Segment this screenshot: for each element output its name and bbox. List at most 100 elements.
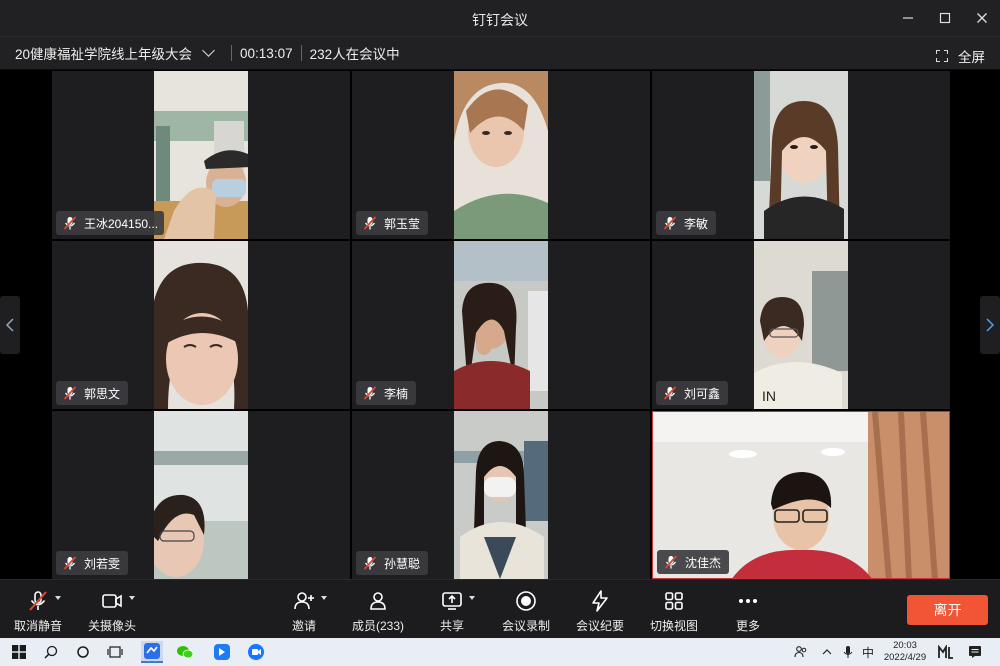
participant-video bbox=[154, 241, 248, 409]
wechat-app-icon[interactable] bbox=[174, 641, 196, 663]
add-user-icon bbox=[294, 592, 314, 610]
participant-name: 李敏 bbox=[684, 216, 709, 231]
participant-tile[interactable]: 郭玉莹 bbox=[352, 71, 650, 239]
camera-off-button[interactable]: 关摄像头 bbox=[88, 580, 136, 639]
lightning-icon bbox=[592, 590, 608, 612]
participant-video bbox=[754, 71, 848, 239]
minimize-button[interactable] bbox=[893, 6, 923, 30]
close-icon bbox=[977, 13, 987, 23]
participant-tile[interactable]: 王冰204150... bbox=[52, 71, 350, 239]
mic-muted-icon bbox=[663, 216, 677, 230]
participant-tile[interactable]: 郭思文 bbox=[52, 241, 350, 409]
participant-tile[interactable]: IN 刘可鑫 bbox=[652, 241, 950, 409]
chevron-right-icon bbox=[986, 318, 994, 332]
microphone-tray-icon[interactable] bbox=[843, 638, 853, 666]
input-method-indicator[interactable]: 中 bbox=[862, 638, 874, 666]
unmute-button[interactable]: 取消静音 bbox=[14, 580, 62, 639]
camera-off-label: 关摄像头 bbox=[88, 619, 137, 633]
previous-page-button[interactable] bbox=[0, 296, 20, 354]
os-taskbar: 中 20:03 2022/4/29 bbox=[0, 638, 1000, 666]
ime-tray-icon[interactable] bbox=[938, 638, 954, 666]
mic-muted-icon bbox=[63, 386, 77, 400]
participant-video bbox=[154, 411, 248, 579]
more-button[interactable]: 更多 bbox=[734, 580, 762, 639]
participant-name: 郭思文 bbox=[84, 386, 121, 401]
participant-video: IN bbox=[754, 241, 848, 409]
mic-options-caret-icon[interactable] bbox=[55, 596, 61, 600]
people-icon[interactable] bbox=[794, 638, 808, 666]
participant-name: 刘可鑫 bbox=[684, 386, 721, 401]
share-options-caret-icon[interactable] bbox=[469, 596, 475, 600]
participant-video bbox=[454, 71, 548, 239]
chevron-left-icon bbox=[6, 318, 14, 332]
share-label: 共享 bbox=[439, 619, 464, 633]
notification-center-icon[interactable] bbox=[968, 638, 982, 666]
mic-muted-icon bbox=[664, 555, 678, 569]
participant-tile[interactable]: 刘若雯 bbox=[52, 411, 350, 579]
meeting-app-icon[interactable] bbox=[245, 641, 267, 663]
invite-button[interactable]: 邀请 bbox=[290, 580, 318, 639]
participant-tile[interactable]: 孙慧聪 bbox=[352, 411, 650, 579]
switch-view-label: 切换视图 bbox=[650, 619, 699, 633]
participant-count: 232人在会议中 bbox=[309, 47, 400, 62]
participant-tile[interactable]: 李楠 bbox=[352, 241, 650, 409]
participant-nametag: 李楠 bbox=[356, 381, 417, 405]
feishu-app-icon[interactable] bbox=[211, 641, 233, 663]
participant-nametag: 孙慧聪 bbox=[356, 551, 429, 575]
active-speaker-tile[interactable]: 沈佳杰 bbox=[652, 411, 950, 579]
more-dots-icon bbox=[739, 599, 757, 603]
maximize-button[interactable] bbox=[930, 6, 960, 30]
members-label: 成员(233) bbox=[352, 619, 405, 633]
participant-name: 孙慧聪 bbox=[384, 556, 421, 571]
mic-muted-icon bbox=[363, 216, 377, 230]
participant-name: 刘若雯 bbox=[84, 556, 121, 571]
participant-nametag: 沈佳杰 bbox=[657, 550, 730, 574]
window-title: 钉钉会议 bbox=[472, 12, 528, 28]
meeting-elapsed-time: 00:13:07 bbox=[240, 45, 293, 61]
search-icon[interactable] bbox=[40, 641, 62, 663]
participant-tile[interactable]: 李敏 bbox=[652, 71, 950, 239]
invite-options-caret-icon[interactable] bbox=[321, 596, 327, 600]
system-clock[interactable]: 20:03 2022/4/29 bbox=[876, 640, 934, 664]
cortana-icon[interactable] bbox=[72, 641, 94, 663]
clock-date: 2022/4/29 bbox=[883, 652, 927, 663]
share-button[interactable]: 共享 bbox=[438, 580, 466, 639]
grid-view-icon bbox=[665, 592, 683, 610]
participant-name: 郭玉莹 bbox=[384, 216, 421, 231]
members-icon bbox=[370, 592, 386, 610]
participant-name: 王冰204150... bbox=[84, 216, 159, 231]
participant-name: 李楠 bbox=[384, 386, 409, 401]
switch-view-button[interactable]: 切换视图 bbox=[650, 580, 698, 639]
record-icon bbox=[516, 591, 536, 611]
task-view-icon[interactable] bbox=[104, 641, 126, 663]
camera-options-caret-icon[interactable] bbox=[129, 596, 135, 600]
invite-label: 邀请 bbox=[291, 619, 316, 633]
leave-meeting-button[interactable]: 离开 bbox=[907, 595, 988, 625]
meeting-name[interactable]: 20健康福祉学院线上年级大会 bbox=[15, 43, 192, 63]
meeting-minutes-label: 会议纪要 bbox=[576, 619, 625, 633]
meeting-minutes-button[interactable]: 会议纪要 bbox=[576, 580, 624, 639]
meeting-toolbar: 取消静音 关摄像头 邀请 成员(233) 共享 会议录制 会议纪要 切换视图 更… bbox=[0, 579, 1000, 638]
more-label: 更多 bbox=[735, 619, 760, 633]
participant-video bbox=[454, 241, 548, 409]
next-page-button[interactable] bbox=[980, 296, 1000, 354]
fullscreen-button[interactable]: 全屏 bbox=[936, 46, 985, 66]
members-button[interactable]: 成员(233) bbox=[352, 580, 404, 639]
participant-name: 沈佳杰 bbox=[685, 555, 722, 570]
divider bbox=[300, 45, 302, 61]
chevron-down-icon[interactable] bbox=[202, 44, 215, 57]
record-label: 会议录制 bbox=[502, 619, 551, 633]
windows-start-icon[interactable] bbox=[8, 641, 30, 663]
mic-muted-icon bbox=[663, 386, 677, 400]
chevron-up-icon[interactable] bbox=[822, 638, 832, 666]
close-button[interactable] bbox=[967, 6, 997, 30]
mic-muted-icon bbox=[29, 591, 47, 611]
meeting-info-bar: 20健康福祉学院线上年级大会 00:13:07 232人在会议中 全屏 bbox=[0, 36, 1000, 70]
unmute-label: 取消静音 bbox=[14, 619, 63, 633]
dingtalk-app-icon[interactable] bbox=[141, 641, 163, 663]
fullscreen-icon bbox=[936, 50, 948, 62]
record-button[interactable]: 会议录制 bbox=[502, 580, 550, 639]
camera-icon bbox=[102, 594, 122, 608]
mic-muted-icon bbox=[363, 386, 377, 400]
participant-nametag: 刘若雯 bbox=[56, 551, 129, 575]
